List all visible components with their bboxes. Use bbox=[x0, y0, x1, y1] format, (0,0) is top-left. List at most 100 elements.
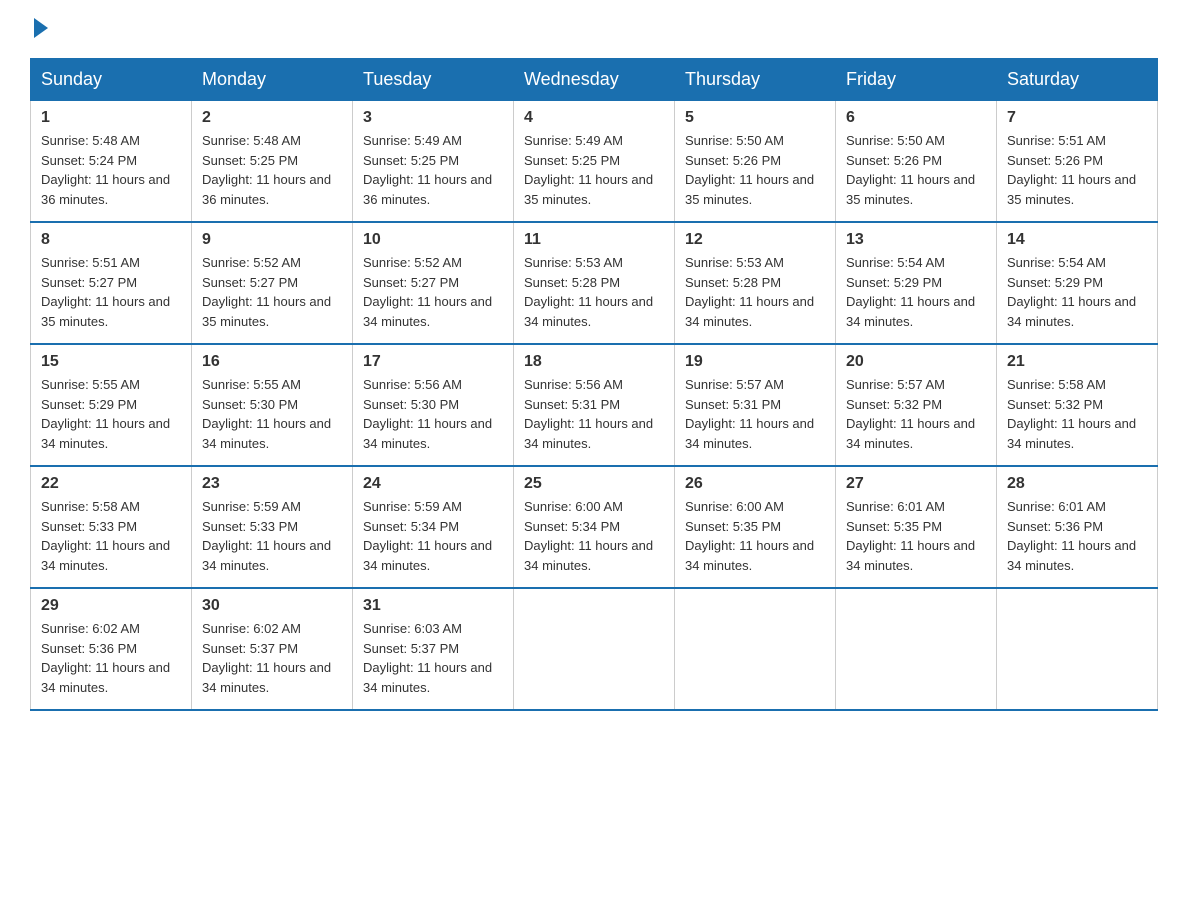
day-info: Sunrise: 5:59 AMSunset: 5:33 PMDaylight:… bbox=[202, 499, 331, 573]
day-number: 25 bbox=[524, 475, 664, 493]
day-info: Sunrise: 6:02 AMSunset: 5:37 PMDaylight:… bbox=[202, 621, 331, 695]
day-number: 12 bbox=[685, 231, 825, 249]
calendar-header: Sunday Monday Tuesday Wednesday Thursday… bbox=[31, 59, 1158, 101]
day-number: 13 bbox=[846, 231, 986, 249]
day-number: 6 bbox=[846, 109, 986, 127]
col-tuesday: Tuesday bbox=[353, 59, 514, 101]
calendar-cell: 28 Sunrise: 6:01 AMSunset: 5:36 PMDayligh… bbox=[997, 466, 1158, 588]
calendar-cell: 10 Sunrise: 5:52 AMSunset: 5:27 PMDayligh… bbox=[353, 222, 514, 344]
calendar-week-row: 1 Sunrise: 5:48 AMSunset: 5:24 PMDaylight… bbox=[31, 101, 1158, 223]
calendar-cell: 5Sunrise: 5:50 AMSunset: 5:26 PMDaylight… bbox=[675, 101, 836, 223]
calendar-cell: 13 Sunrise: 5:54 AMSunset: 5:29 PMDayligh… bbox=[836, 222, 997, 344]
calendar-cell: 15 Sunrise: 5:55 AMSunset: 5:29 PMDayligh… bbox=[31, 344, 192, 466]
day-info: Sunrise: 5:52 AMSunset: 5:27 PMDaylight:… bbox=[363, 255, 492, 329]
day-info: Sunrise: 5:54 AMSunset: 5:29 PMDaylight:… bbox=[846, 255, 975, 329]
calendar-table: Sunday Monday Tuesday Wednesday Thursday… bbox=[30, 58, 1158, 711]
calendar-cell: 12Sunrise: 5:53 AMSunset: 5:28 PMDayligh… bbox=[675, 222, 836, 344]
calendar-cell bbox=[675, 588, 836, 710]
calendar-cell: 18 Sunrise: 5:56 AMSunset: 5:31 PMDayligh… bbox=[514, 344, 675, 466]
day-number: 2 bbox=[202, 109, 342, 127]
calendar-cell: 20 Sunrise: 5:57 AMSunset: 5:32 PMDayligh… bbox=[836, 344, 997, 466]
calendar-cell: 21 Sunrise: 5:58 AMSunset: 5:32 PMDayligh… bbox=[997, 344, 1158, 466]
calendar-cell: 26 Sunrise: 6:00 AMSunset: 5:35 PMDayligh… bbox=[675, 466, 836, 588]
calendar-cell: 14 Sunrise: 5:54 AMSunset: 5:29 PMDayligh… bbox=[997, 222, 1158, 344]
calendar-week-row: 29Sunrise: 6:02 AMSunset: 5:36 PMDayligh… bbox=[31, 588, 1158, 710]
calendar-cell: 30 Sunrise: 6:02 AMSunset: 5:37 PMDayligh… bbox=[192, 588, 353, 710]
day-number: 16 bbox=[202, 353, 342, 371]
calendar-cell: 6Sunrise: 5:50 AMSunset: 5:26 PMDaylight… bbox=[836, 101, 997, 223]
calendar-week-row: 8 Sunrise: 5:51 AMSunset: 5:27 PMDaylight… bbox=[31, 222, 1158, 344]
day-info: Sunrise: 5:57 AMSunset: 5:31 PMDaylight:… bbox=[685, 377, 814, 451]
day-info: Sunrise: 6:03 AMSunset: 5:37 PMDaylight:… bbox=[363, 621, 492, 695]
col-saturday: Saturday bbox=[997, 59, 1158, 101]
day-number: 27 bbox=[846, 475, 986, 493]
calendar-cell: 16 Sunrise: 5:55 AMSunset: 5:30 PMDayligh… bbox=[192, 344, 353, 466]
day-info: Sunrise: 6:00 AMSunset: 5:35 PMDaylight:… bbox=[685, 499, 814, 573]
day-number: 28 bbox=[1007, 475, 1147, 493]
calendar-cell: 17 Sunrise: 5:56 AMSunset: 5:30 PMDayligh… bbox=[353, 344, 514, 466]
day-info: Sunrise: 6:00 AMSunset: 5:34 PMDaylight:… bbox=[524, 499, 653, 573]
calendar-cell: 8 Sunrise: 5:51 AMSunset: 5:27 PMDaylight… bbox=[31, 222, 192, 344]
col-sunday: Sunday bbox=[31, 59, 192, 101]
day-info: Sunrise: 5:59 AMSunset: 5:34 PMDaylight:… bbox=[363, 499, 492, 573]
calendar-cell: 23 Sunrise: 5:59 AMSunset: 5:33 PMDayligh… bbox=[192, 466, 353, 588]
day-info: Sunrise: 6:01 AMSunset: 5:36 PMDaylight:… bbox=[1007, 499, 1136, 573]
day-info: Sunrise: 6:01 AMSunset: 5:35 PMDaylight:… bbox=[846, 499, 975, 573]
day-number: 20 bbox=[846, 353, 986, 371]
day-number: 22 bbox=[41, 475, 181, 493]
day-number: 17 bbox=[363, 353, 503, 371]
day-number: 7 bbox=[1007, 109, 1147, 127]
col-monday: Monday bbox=[192, 59, 353, 101]
calendar-cell: 4 Sunrise: 5:49 AMSunset: 5:25 PMDaylight… bbox=[514, 101, 675, 223]
day-info: Sunrise: 5:58 AMSunset: 5:32 PMDaylight:… bbox=[1007, 377, 1136, 451]
day-number: 26 bbox=[685, 475, 825, 493]
day-info: Sunrise: 5:53 AMSunset: 5:28 PMDaylight:… bbox=[524, 255, 653, 329]
day-number: 21 bbox=[1007, 353, 1147, 371]
calendar-cell bbox=[514, 588, 675, 710]
day-info: Sunrise: 5:57 AMSunset: 5:32 PMDaylight:… bbox=[846, 377, 975, 451]
day-number: 30 bbox=[202, 597, 342, 615]
calendar-cell bbox=[836, 588, 997, 710]
day-info: Sunrise: 5:56 AMSunset: 5:30 PMDaylight:… bbox=[363, 377, 492, 451]
day-number: 4 bbox=[524, 109, 664, 127]
day-info: Sunrise: 5:54 AMSunset: 5:29 PMDaylight:… bbox=[1007, 255, 1136, 329]
calendar-cell: 1 Sunrise: 5:48 AMSunset: 5:24 PMDaylight… bbox=[31, 101, 192, 223]
day-number: 18 bbox=[524, 353, 664, 371]
day-number: 9 bbox=[202, 231, 342, 249]
calendar-cell: 31 Sunrise: 6:03 AMSunset: 5:37 PMDayligh… bbox=[353, 588, 514, 710]
calendar-cell: 25 Sunrise: 6:00 AMSunset: 5:34 PMDayligh… bbox=[514, 466, 675, 588]
day-number: 31 bbox=[363, 597, 503, 615]
day-info: Sunrise: 5:58 AMSunset: 5:33 PMDaylight:… bbox=[41, 499, 170, 573]
calendar-cell: 9Sunrise: 5:52 AMSunset: 5:27 PMDaylight… bbox=[192, 222, 353, 344]
day-info: Sunrise: 5:56 AMSunset: 5:31 PMDaylight:… bbox=[524, 377, 653, 451]
day-number: 23 bbox=[202, 475, 342, 493]
day-number: 1 bbox=[41, 109, 181, 127]
calendar-cell: 24 Sunrise: 5:59 AMSunset: 5:34 PMDayligh… bbox=[353, 466, 514, 588]
col-wednesday: Wednesday bbox=[514, 59, 675, 101]
day-number: 3 bbox=[363, 109, 503, 127]
calendar-cell: 7 Sunrise: 5:51 AMSunset: 5:26 PMDaylight… bbox=[997, 101, 1158, 223]
calendar-cell: 29Sunrise: 6:02 AMSunset: 5:36 PMDayligh… bbox=[31, 588, 192, 710]
day-info: Sunrise: 5:55 AMSunset: 5:30 PMDaylight:… bbox=[202, 377, 331, 451]
day-number: 5 bbox=[685, 109, 825, 127]
day-info: Sunrise: 5:55 AMSunset: 5:29 PMDaylight:… bbox=[41, 377, 170, 451]
logo-blue-text bbox=[30, 20, 48, 38]
day-number: 11 bbox=[524, 231, 664, 249]
header-row: Sunday Monday Tuesday Wednesday Thursday… bbox=[31, 59, 1158, 101]
day-number: 10 bbox=[363, 231, 503, 249]
day-number: 15 bbox=[41, 353, 181, 371]
day-info: Sunrise: 5:51 AMSunset: 5:27 PMDaylight:… bbox=[41, 255, 170, 329]
calendar-cell: 2Sunrise: 5:48 AMSunset: 5:25 PMDaylight… bbox=[192, 101, 353, 223]
calendar-cell: 22 Sunrise: 5:58 AMSunset: 5:33 PMDayligh… bbox=[31, 466, 192, 588]
day-info: Sunrise: 5:49 AMSunset: 5:25 PMDaylight:… bbox=[524, 133, 653, 207]
day-number: 8 bbox=[41, 231, 181, 249]
day-number: 14 bbox=[1007, 231, 1147, 249]
logo bbox=[30, 20, 48, 38]
col-thursday: Thursday bbox=[675, 59, 836, 101]
day-info: Sunrise: 5:51 AMSunset: 5:26 PMDaylight:… bbox=[1007, 133, 1136, 207]
day-info: Sunrise: 5:48 AMSunset: 5:24 PMDaylight:… bbox=[41, 133, 170, 207]
page-header bbox=[30, 20, 1158, 38]
calendar-body: 1 Sunrise: 5:48 AMSunset: 5:24 PMDaylight… bbox=[31, 101, 1158, 711]
day-number: 24 bbox=[363, 475, 503, 493]
calendar-cell: 27 Sunrise: 6:01 AMSunset: 5:35 PMDayligh… bbox=[836, 466, 997, 588]
